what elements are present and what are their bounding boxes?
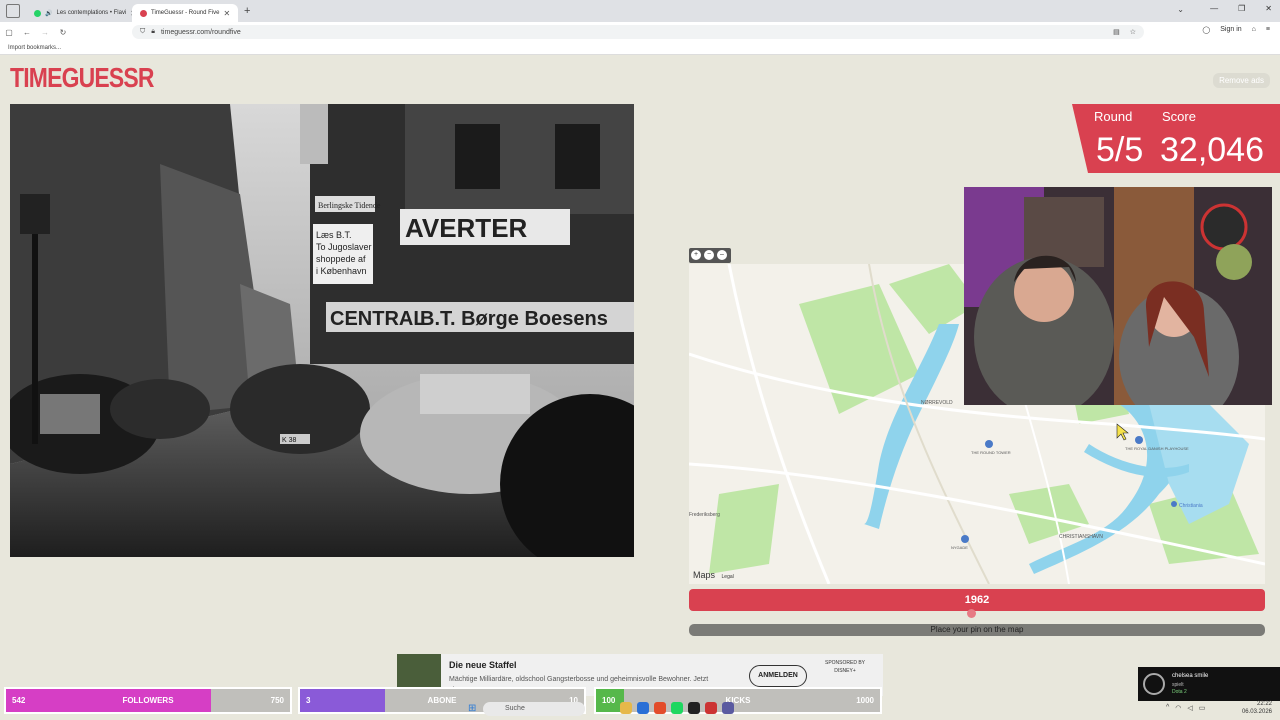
browser-tab-bar: 🔊 Les contemplations • Flavi ✕ TimeGuess…: [0, 0, 1280, 22]
wifi-icon[interactable]: ◠: [1175, 704, 1181, 712]
round-label: Round: [1094, 109, 1133, 124]
close-icon[interactable]: ✕: [223, 9, 230, 18]
taskbar-search[interactable]: Suche: [483, 702, 585, 716]
map-label-playhouse: THE ROYAL DANISH PLAYHOUSE: [1125, 446, 1189, 451]
newsboard-line-3: shoppede af: [316, 254, 366, 264]
timeguessr-logo[interactable]: TIMEGUESSR: [10, 62, 154, 94]
timeguessr-favicon-icon: [140, 9, 147, 17]
avatar: [1143, 673, 1165, 695]
streamer-webcam: [964, 187, 1272, 405]
round-photo: AVERTER Berlingske Tidende Læs B.T. To J…: [10, 104, 634, 557]
extensions-icon[interactable]: ⌂: [1252, 26, 1256, 34]
license-plate: K 38: [282, 437, 297, 444]
ad-signup-button[interactable]: ANMELDEN: [749, 665, 807, 687]
map-label-nygade: NYGADE: [951, 545, 968, 550]
whatsapp-icon: [34, 9, 41, 17]
ad-sponsor: SPONSORED BY DISNEY+: [817, 659, 873, 675]
averter-sign: AVERTER: [405, 213, 528, 243]
search-text: Suche: [505, 705, 525, 712]
ad-title: Die neue Staffel: [449, 660, 517, 670]
browser-nav-bar: ▢ ← → ↻ ⛉ 🔒︎ timeguessr.com/roundfive ▤ …: [0, 22, 1280, 42]
notification-status: spielt: [1172, 682, 1184, 688]
address-bar[interactable]: ⛉ 🔒︎ timeguessr.com/roundfive ▤ ☆: [132, 25, 1144, 39]
taskbar-apps: [620, 702, 734, 714]
score-value: 32,046: [1160, 131, 1264, 169]
ad-sponsor-label: SPONSORED BY: [824, 660, 865, 666]
place-pin-button[interactable]: Place your pin on the map: [689, 624, 1265, 636]
taskbar-clock[interactable]: 22:22 06.03.2026: [1242, 700, 1272, 716]
restore-icon[interactable]: ❐: [1238, 4, 1245, 13]
minimize-icon[interactable]: —: [1210, 4, 1218, 13]
notification-name: chelsea smile: [1172, 673, 1209, 679]
clock-time: 22:22: [1256, 701, 1272, 707]
map-tools: + − –: [689, 248, 731, 263]
shield-icon: ⛉: [140, 28, 146, 35]
tab-title: Les contemplations • Flavi: [56, 10, 127, 16]
round-value: 5/5: [1096, 131, 1144, 169]
star-icon[interactable]: ☆: [1130, 28, 1136, 36]
tab-actions-icon[interactable]: [6, 4, 20, 18]
bt-sign: B.T. Børge Boesens: [420, 308, 608, 330]
reader-icon[interactable]: ▤: [1113, 28, 1120, 36]
score-panel: Round Score 5/5 32,046: [1072, 104, 1280, 173]
battery-icon[interactable]: ▭: [1199, 704, 1206, 712]
tab-les-contemplations[interactable]: 🔊 Les contemplations • Flavi ✕: [26, 4, 132, 22]
zoom-in-icon[interactable]: +: [691, 250, 701, 260]
year-slider-handle[interactable]: [967, 609, 976, 618]
url-text: timeguessr.com/roundfive: [160, 28, 241, 36]
map-label-norrevold: NØRREVOLD: [921, 400, 953, 406]
map-label-christiania: Christiania: [1179, 503, 1203, 509]
account-icon[interactable]: ◯: [1202, 26, 1210, 34]
store-icon[interactable]: [637, 702, 649, 714]
score-label: Score: [1162, 109, 1196, 124]
obs-icon[interactable]: [688, 702, 700, 714]
newsboard-line-4: i København: [316, 266, 367, 276]
forward-icon[interactable]: →: [36, 28, 54, 37]
sidebar-icon[interactable]: ▢: [0, 28, 18, 37]
menu-icon[interactable]: ≡: [1266, 26, 1270, 34]
reload-icon[interactable]: ↻: [54, 28, 72, 37]
discord-notification[interactable]: chelsea smile spielt Dota 2: [1138, 667, 1280, 701]
chevron-up-icon[interactable]: ^: [1166, 704, 1169, 712]
close-window-icon[interactable]: ✕: [1265, 4, 1272, 13]
tab-timeguessr[interactable]: TimeGuessr - Round Five ✕: [132, 4, 238, 22]
map-label-frederiksberg: Frederiksberg: [689, 512, 720, 518]
app-icon[interactable]: [705, 702, 717, 714]
lock-icon: 🔒︎: [151, 28, 155, 35]
speaker-icon: 🔊: [45, 10, 53, 17]
newsboard-line-1: Læs B.T.: [316, 230, 352, 240]
windows-start-icon[interactable]: ⊞: [468, 703, 476, 714]
minimize-map-icon[interactable]: –: [717, 250, 727, 260]
notification-game: Dota 2: [1172, 689, 1187, 695]
maps-attribution-text: Maps: [693, 570, 716, 580]
map-label-christianshavn: CHRISTIANSHAVN: [1059, 534, 1103, 540]
window-controls: — ❐ ✕: [1210, 4, 1272, 13]
tab-title: TimeGuessr - Round Five: [151, 10, 220, 16]
system-tray: ^ ◠ ◁ ▭: [1166, 704, 1205, 712]
map-label-round-tower: THE ROUND TOWER: [971, 450, 1011, 455]
apple-maps-attribution: Maps Legal: [693, 570, 734, 580]
remove-ads-button[interactable]: Remove ads: [1213, 73, 1270, 88]
newsboard-line-2: To Jugoslaver: [316, 242, 372, 252]
bookmarks-bar: Import bookmarks...: [0, 42, 1280, 55]
import-bookmarks-link[interactable]: Import bookmarks...: [8, 45, 61, 51]
nav-right-controls: ◯ Sign in ⌂ ≡: [1202, 26, 1270, 34]
back-icon[interactable]: ←: [18, 28, 36, 37]
discord-icon[interactable]: [722, 702, 734, 714]
berlingske-sign: Berlingske Tidende: [318, 201, 381, 210]
chrome-icon[interactable]: [654, 702, 666, 714]
new-tab-button[interactable]: +: [244, 5, 250, 17]
legal-link[interactable]: Legal: [722, 574, 734, 580]
sign-in-link[interactable]: Sign in: [1220, 26, 1241, 34]
file-explorer-icon[interactable]: [620, 702, 632, 714]
zoom-out-icon[interactable]: −: [704, 250, 714, 260]
chevron-down-icon[interactable]: ⌄: [1177, 5, 1184, 14]
ad-sponsor-name: DISNEY+: [834, 668, 856, 674]
central-sign: CENTRAL: [330, 308, 426, 330]
spotify-icon[interactable]: [671, 702, 683, 714]
year-slider[interactable]: 1962: [689, 589, 1265, 611]
volume-icon[interactable]: ◁: [1187, 704, 1192, 712]
clock-date: 06.03.2026: [1241, 709, 1272, 715]
